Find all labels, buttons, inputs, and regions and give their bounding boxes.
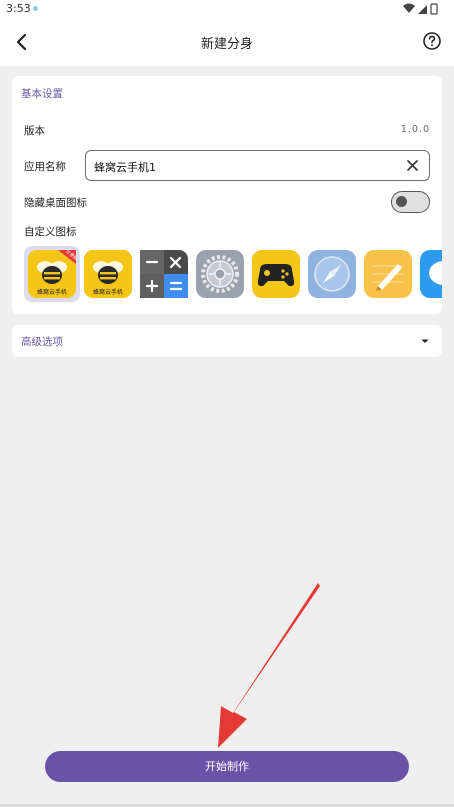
chevron-down-icon	[421, 339, 429, 343]
status-bar: 3:53	[0, 0, 454, 18]
clear-icon[interactable]	[406, 159, 419, 172]
app-name-label: 应用名称	[24, 161, 66, 173]
version-value: 1.0.0	[400, 124, 430, 135]
advanced-options-dropdown[interactable]: 高级选项	[12, 325, 442, 357]
status-icons	[403, 3, 438, 15]
page-title: 新建分身	[200, 37, 253, 52]
start-create-button[interactable]: 开始制作	[45, 751, 409, 782]
settings-gear-icon[interactable]	[192, 246, 248, 302]
advanced-options-label: 高级选项	[21, 336, 63, 348]
notes-icon[interactable]	[360, 246, 416, 302]
hide-icon-toggle[interactable]	[391, 191, 430, 213]
message-icon[interactable]	[416, 246, 442, 302]
version-label: 版本	[24, 125, 45, 137]
status-time: 3:53	[6, 2, 31, 15]
app-bar: 新建分身	[0, 18, 454, 66]
bee-app-icon[interactable]: 蜂窝云手机	[80, 246, 136, 302]
signal-icon	[418, 5, 427, 14]
gamepad-icon[interactable]	[248, 246, 304, 302]
help-icon[interactable]	[422, 31, 442, 51]
app-name-input[interactable]: 蜂窝云手机1	[85, 150, 430, 181]
toggle-knob	[396, 196, 407, 207]
wifi-icon	[403, 3, 415, 13]
app-name-value: 蜂窝云手机1	[94, 161, 156, 174]
custom-icons-row: 分身版 蜂窝云手机 蜂窝云手机	[24, 246, 442, 302]
bee-caption-text: 蜂窝云手机	[37, 288, 67, 296]
custom-icon-label: 自定义图标	[24, 226, 77, 238]
basic-settings-card: 基本设置 版本 1.0.0 应用名称 蜂窝云手机1 隐藏桌面图标 自定义图标 分…	[12, 76, 442, 314]
battery-icon	[430, 3, 438, 15]
hide-icon-label: 隐藏桌面图标	[24, 197, 87, 209]
section-title-basic: 基本设置	[21, 88, 63, 100]
calculator-icon[interactable]	[136, 246, 192, 302]
bee-app-icon-badged[interactable]: 分身版 蜂窝云手机	[24, 246, 80, 302]
bee-caption-text-2: 蜂窝云手机	[93, 288, 123, 296]
notification-dot-icon	[33, 6, 38, 11]
compass-icon[interactable]	[304, 246, 360, 302]
